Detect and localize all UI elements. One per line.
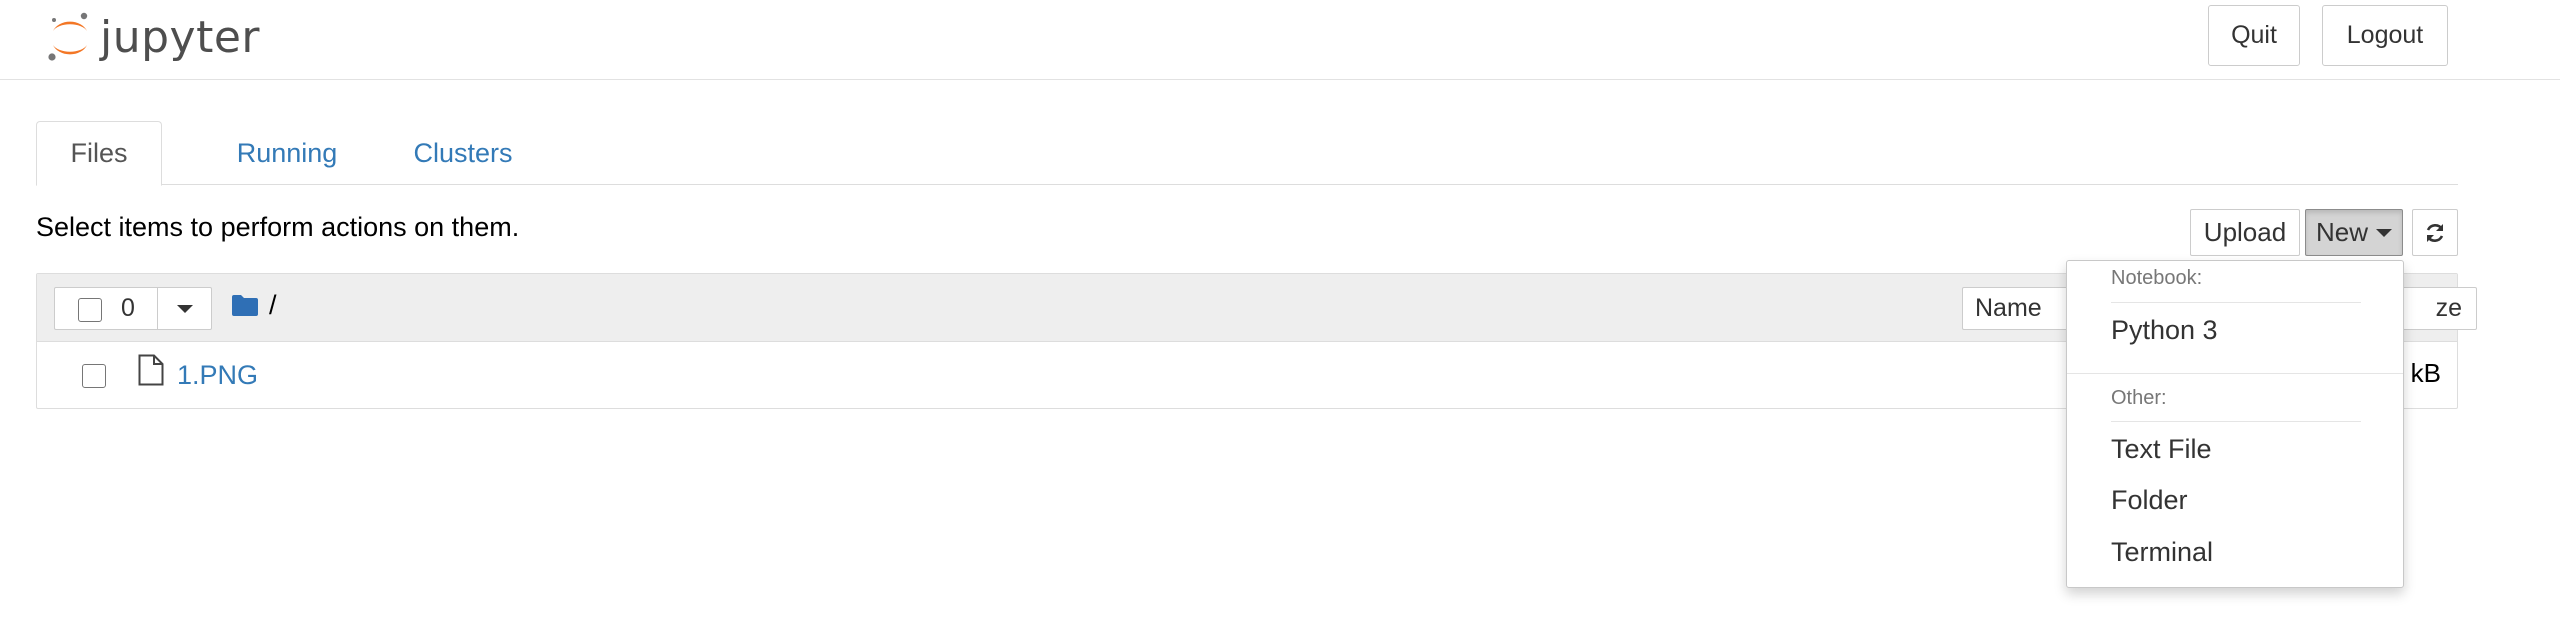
refresh-button[interactable] bbox=[2412, 209, 2458, 256]
tab-running[interactable]: Running bbox=[184, 121, 390, 185]
file-name-link[interactable]: 1.PNG bbox=[177, 360, 258, 391]
menu-divider bbox=[2067, 373, 2403, 374]
jupyter-logo[interactable]: jupyter bbox=[44, 6, 260, 68]
sort-name-label: Name bbox=[1975, 294, 2042, 322]
select-all-checkbox[interactable] bbox=[78, 298, 102, 322]
sort-size-label: ze bbox=[2435, 294, 2462, 322]
file-checkbox[interactable] bbox=[82, 364, 106, 388]
new-dropdown-menu: Notebook: Python 3 Other: Text File Fold… bbox=[2066, 260, 2404, 588]
menu-item-python3[interactable]: Python 3 bbox=[2111, 315, 2218, 346]
file-icon bbox=[138, 354, 164, 386]
tab-bar: Files Running Clusters bbox=[36, 121, 2458, 186]
menu-header-notebook: Notebook: bbox=[2111, 267, 2203, 289]
refresh-icon bbox=[2426, 223, 2444, 242]
menu-header-other: Other: bbox=[2111, 387, 2167, 409]
file-size: kB bbox=[2410, 358, 2441, 388]
upload-button[interactable]: Upload bbox=[2190, 209, 2300, 256]
jupyter-logo-icon bbox=[48, 12, 88, 61]
menu-header-rule bbox=[2111, 302, 2361, 303]
logo-text: jupyter bbox=[100, 11, 260, 63]
menu-item-text-file[interactable]: Text File bbox=[2111, 434, 2212, 465]
header-bar: jupyter Quit Logout bbox=[0, 0, 2560, 80]
quit-button[interactable]: Quit bbox=[2208, 5, 2300, 66]
menu-header-rule bbox=[2111, 421, 2361, 422]
new-dropdown-button[interactable]: New bbox=[2305, 209, 2403, 256]
select-all-control: 0 bbox=[54, 287, 212, 330]
breadcrumb-root[interactable]: / bbox=[269, 290, 277, 321]
caret-down-icon bbox=[2376, 228, 2392, 237]
select-options-dropdown[interactable] bbox=[157, 288, 212, 329]
selected-count: 0 bbox=[121, 294, 135, 322]
new-button-label: New bbox=[2315, 217, 2368, 247]
sort-by-name-button[interactable]: Name bbox=[1962, 287, 2072, 330]
selection-hint-text: Select items to perform actions on them. bbox=[36, 212, 520, 242]
tab-clusters[interactable]: Clusters bbox=[390, 121, 536, 185]
menu-item-terminal[interactable]: Terminal bbox=[2111, 537, 2213, 568]
folder-icon bbox=[232, 295, 258, 316]
logout-button[interactable]: Logout bbox=[2322, 5, 2448, 66]
tab-files[interactable]: Files bbox=[36, 121, 162, 186]
menu-item-folder[interactable]: Folder bbox=[2111, 485, 2188, 516]
caret-down-icon bbox=[177, 304, 193, 313]
